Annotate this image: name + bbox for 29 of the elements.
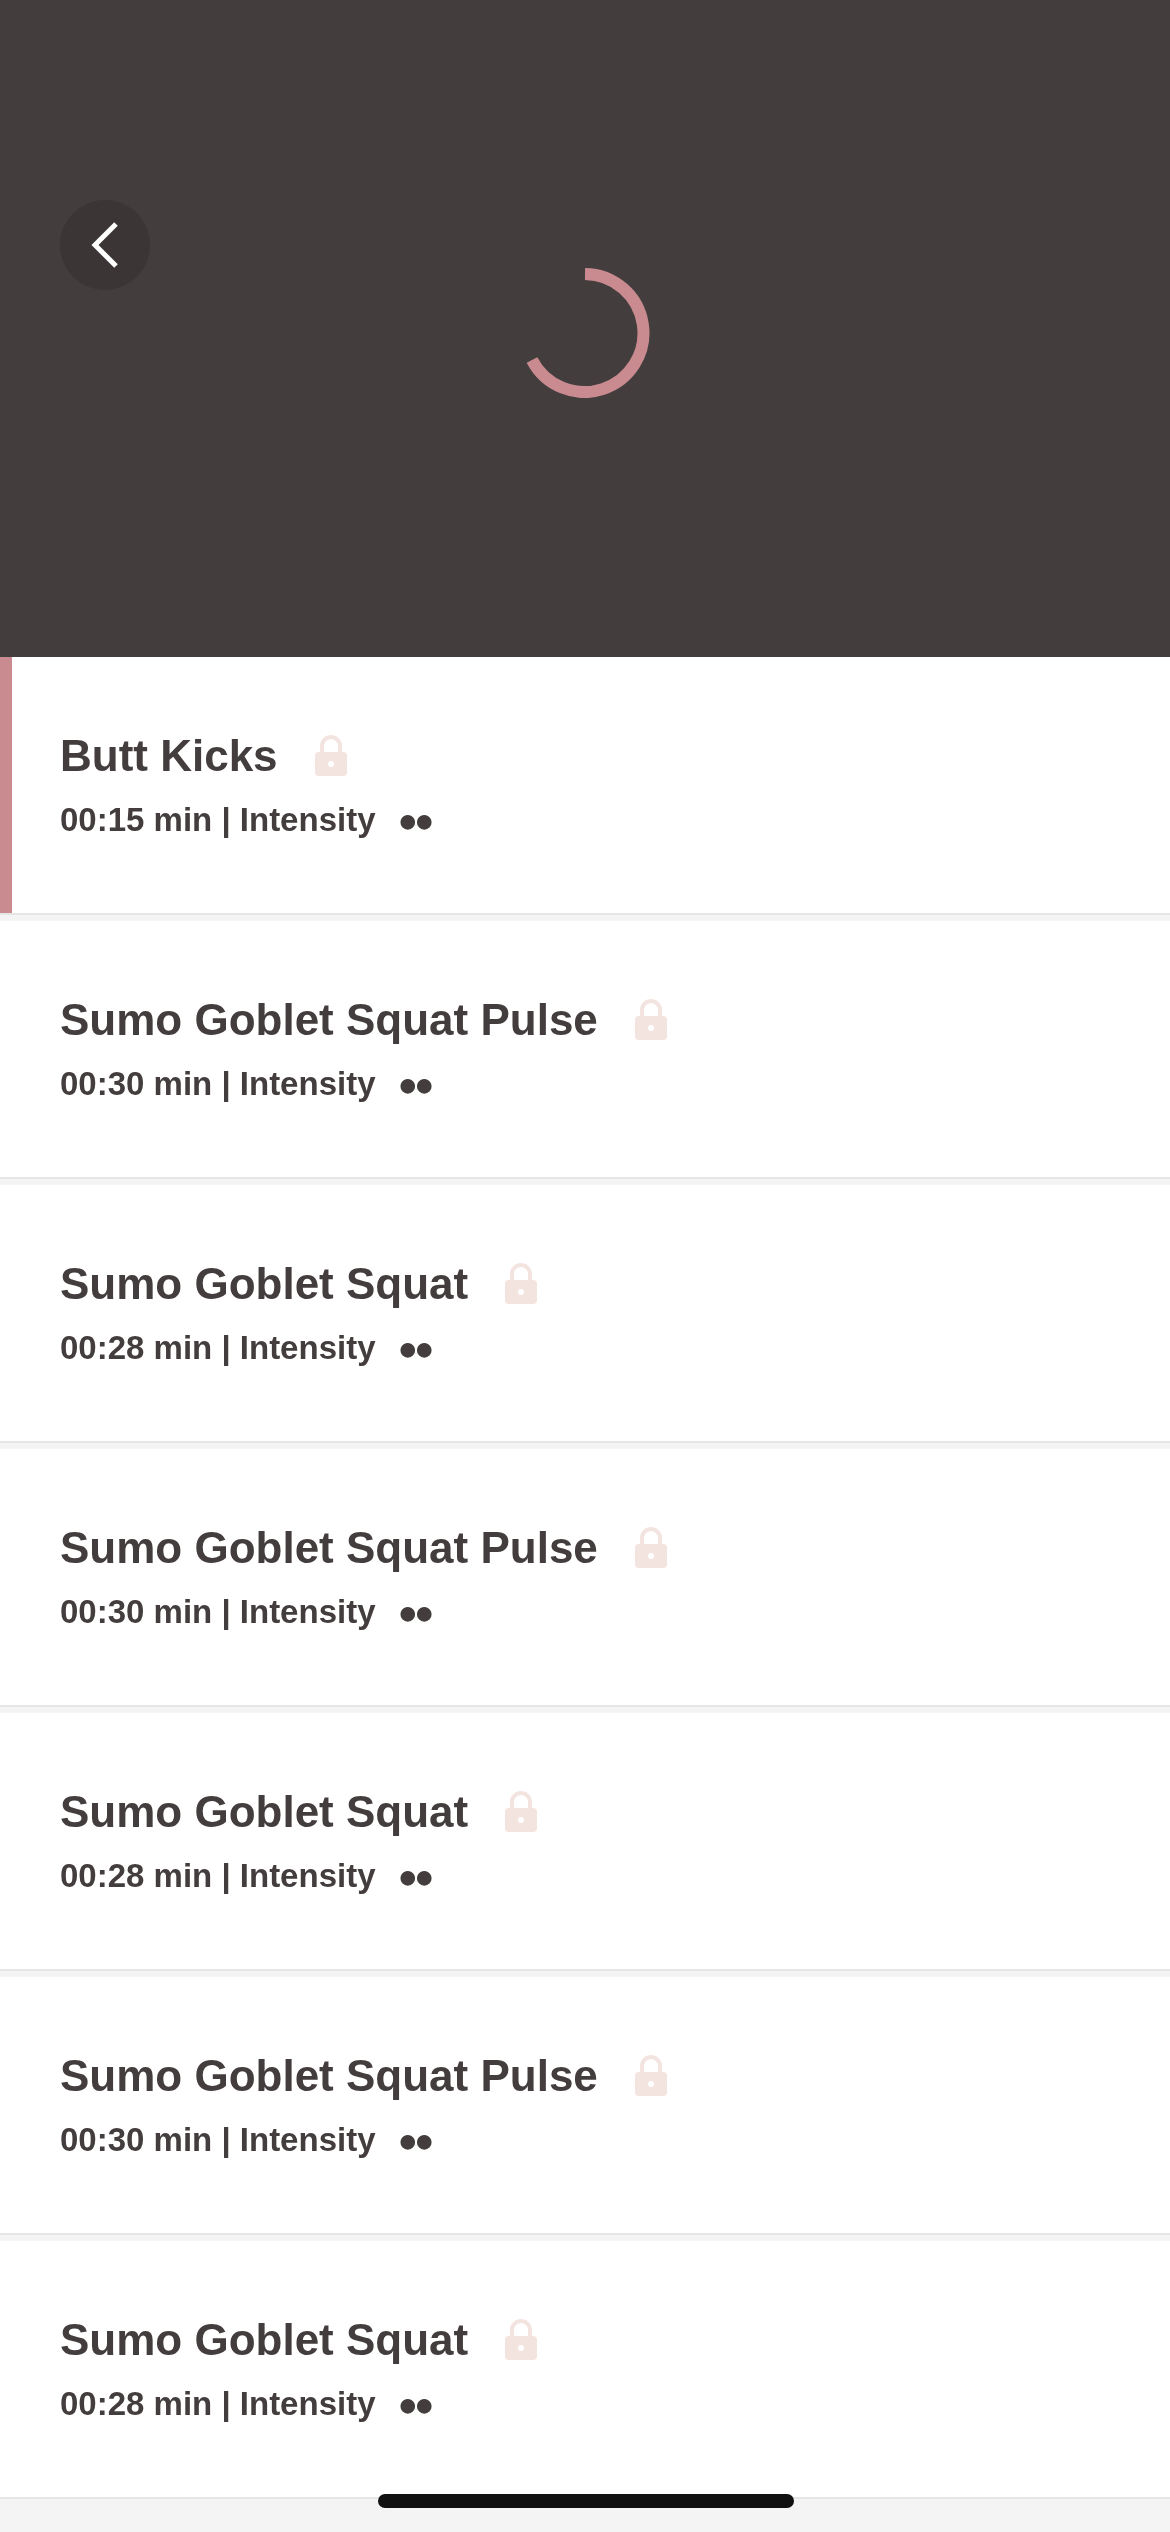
exercise-row[interactable]: Sumo Goblet Squat 00:28 min | Intensity ●● <box>0 1713 1170 1971</box>
exercise-title: Sumo Goblet Squat Pulse <box>60 994 598 1045</box>
exercise-meta: 00:28 min | Intensity <box>60 1329 376 1367</box>
intensity-dots: ●● <box>397 1328 431 1368</box>
intensity-dots: ●● <box>397 2384 431 2424</box>
exercise-title: Sumo Goblet Squat <box>60 2314 469 2365</box>
exercise-meta: 00:30 min | Intensity <box>60 1065 376 1103</box>
exercise-title: Sumo Goblet Squat Pulse <box>60 1522 598 1573</box>
exercise-row[interactable]: Sumo Goblet Squat Pulse 00:30 min | Intensity ●● <box>0 1449 1170 1707</box>
exercise-row[interactable]: Sumo Goblet Squat Pulse 00:30 min | Intensity ●● <box>0 1977 1170 2235</box>
exercise-title: Butt Kicks <box>60 730 278 781</box>
intensity-dots: ●● <box>397 1856 431 1896</box>
exercise-meta: 00:28 min | Intensity <box>60 1857 376 1895</box>
exercise-row[interactable]: Sumo Goblet Squat 00:28 min | Intensity ●● <box>0 2241 1170 2499</box>
exercise-title: Sumo Goblet Squat <box>60 1786 469 1837</box>
exercise-meta: 00:30 min | Intensity <box>60 2121 376 2159</box>
exercise-title: Sumo Goblet Squat <box>60 1258 469 1309</box>
intensity-dots: ●● <box>397 1064 431 1104</box>
intensity-dots: ●● <box>397 1592 431 1632</box>
intensity-dots: ●● <box>397 800 431 840</box>
exercise-row[interactable]: Sumo Goblet Squat 00:28 min | Intensity ●● <box>0 1185 1170 1443</box>
exercise-row[interactable]: Sumo Goblet Squat Pulse 00:30 min | Intensity ●● <box>0 921 1170 1179</box>
intensity-dots: ●● <box>397 2120 431 2160</box>
exercise-row[interactable]: Butt Kicks 00:15 min | Intensity ●● <box>0 657 1170 915</box>
exercise-meta: 00:30 min | Intensity <box>60 1593 376 1631</box>
exercise-meta: 00:15 min | Intensity <box>60 801 376 839</box>
back-icon <box>90 222 120 268</box>
exercise-title: Sumo Goblet Squat Pulse <box>60 2050 598 2101</box>
exercise-meta: 00:28 min | Intensity <box>60 2385 376 2423</box>
